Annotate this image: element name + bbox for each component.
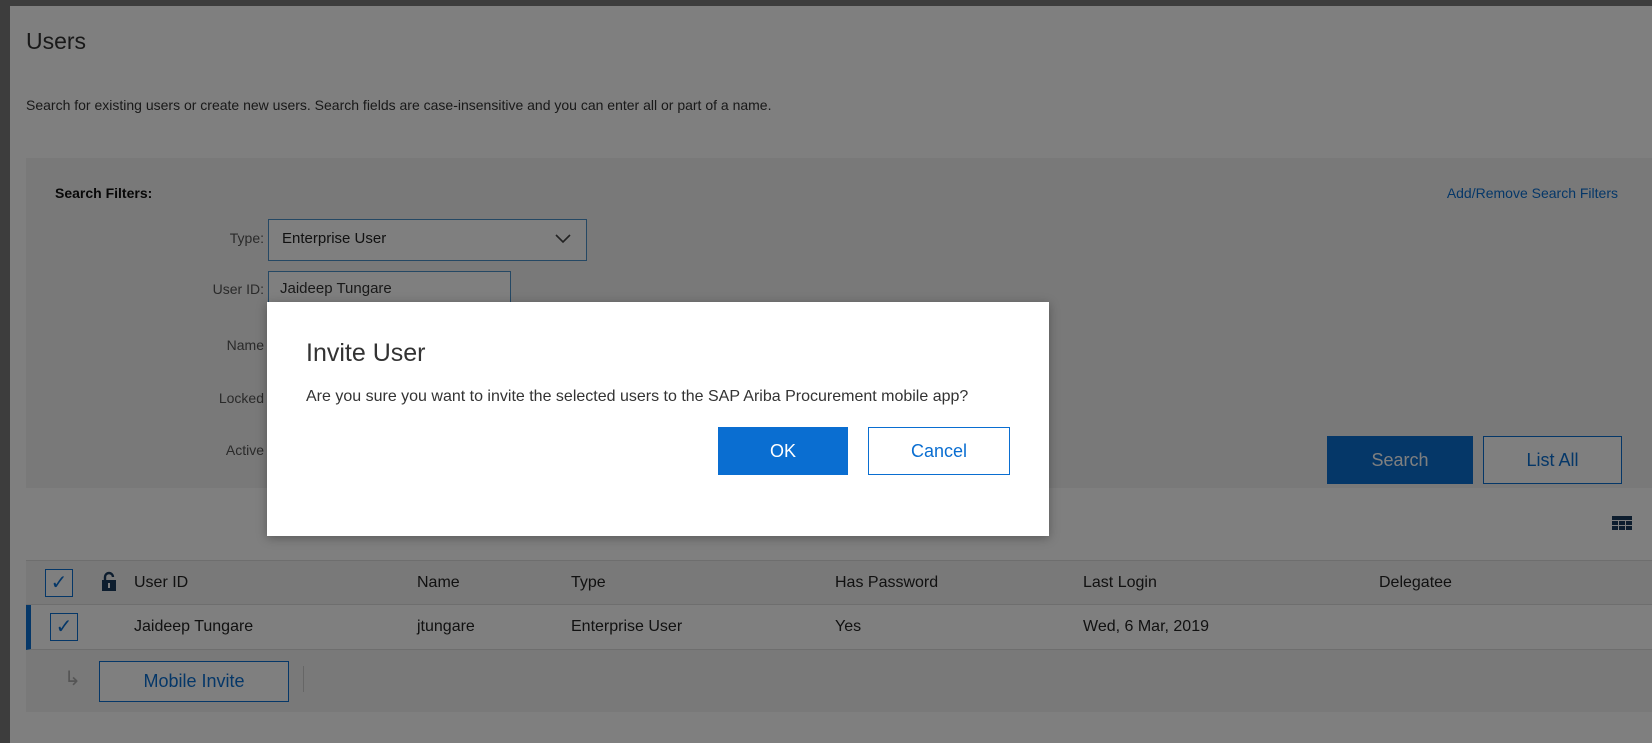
dialog-message: Are you sure you want to invite the sele… xyxy=(306,388,969,405)
cancel-button[interactable]: Cancel xyxy=(868,427,1010,475)
invite-user-dialog: Invite User Are you sure you want to inv… xyxy=(267,302,1049,536)
ok-button[interactable]: OK xyxy=(718,427,848,475)
dialog-title: Invite User xyxy=(306,339,426,367)
